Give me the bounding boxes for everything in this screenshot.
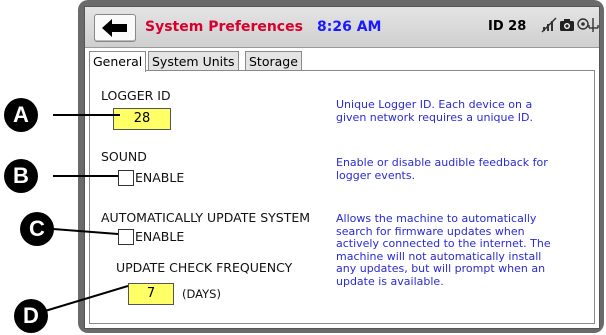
callout-c: C	[20, 212, 54, 246]
callout-d-leader	[44, 285, 129, 312]
callout-b: B	[4, 159, 38, 193]
tab-general[interactable]: General	[89, 51, 147, 72]
callout-d: D	[14, 299, 48, 333]
callout-c-leader	[52, 228, 119, 235]
callout-a: A	[4, 98, 38, 132]
